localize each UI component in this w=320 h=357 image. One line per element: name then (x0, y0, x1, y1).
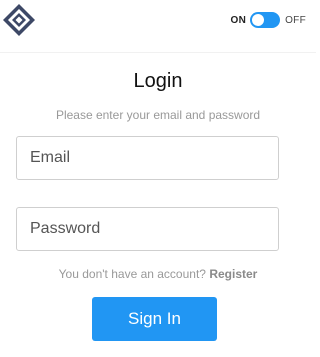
register-prompt-row: You don't have an account? Register (0, 267, 316, 281)
page-title: Login (133, 70, 183, 92)
register-prompt-text: You don't have an account? (58, 267, 206, 281)
toggle-off-label: OFF (285, 14, 306, 26)
email-field[interactable] (16, 136, 279, 180)
on-off-switch[interactable] (250, 12, 281, 28)
header-divider (0, 52, 316, 53)
diamond-logo-icon (3, 4, 35, 36)
login-subtitle: Please enter your email and password (55, 108, 261, 122)
toggle-on-label: ON (230, 14, 247, 26)
password-field[interactable] (16, 207, 279, 251)
on-off-toggle-group: ON OFF (230, 11, 306, 29)
switch-knob (252, 14, 265, 26)
register-link[interactable]: Register (209, 267, 257, 281)
top-bar: ON OFF (0, 0, 316, 40)
sign-in-button[interactable]: Sign In (92, 297, 217, 341)
